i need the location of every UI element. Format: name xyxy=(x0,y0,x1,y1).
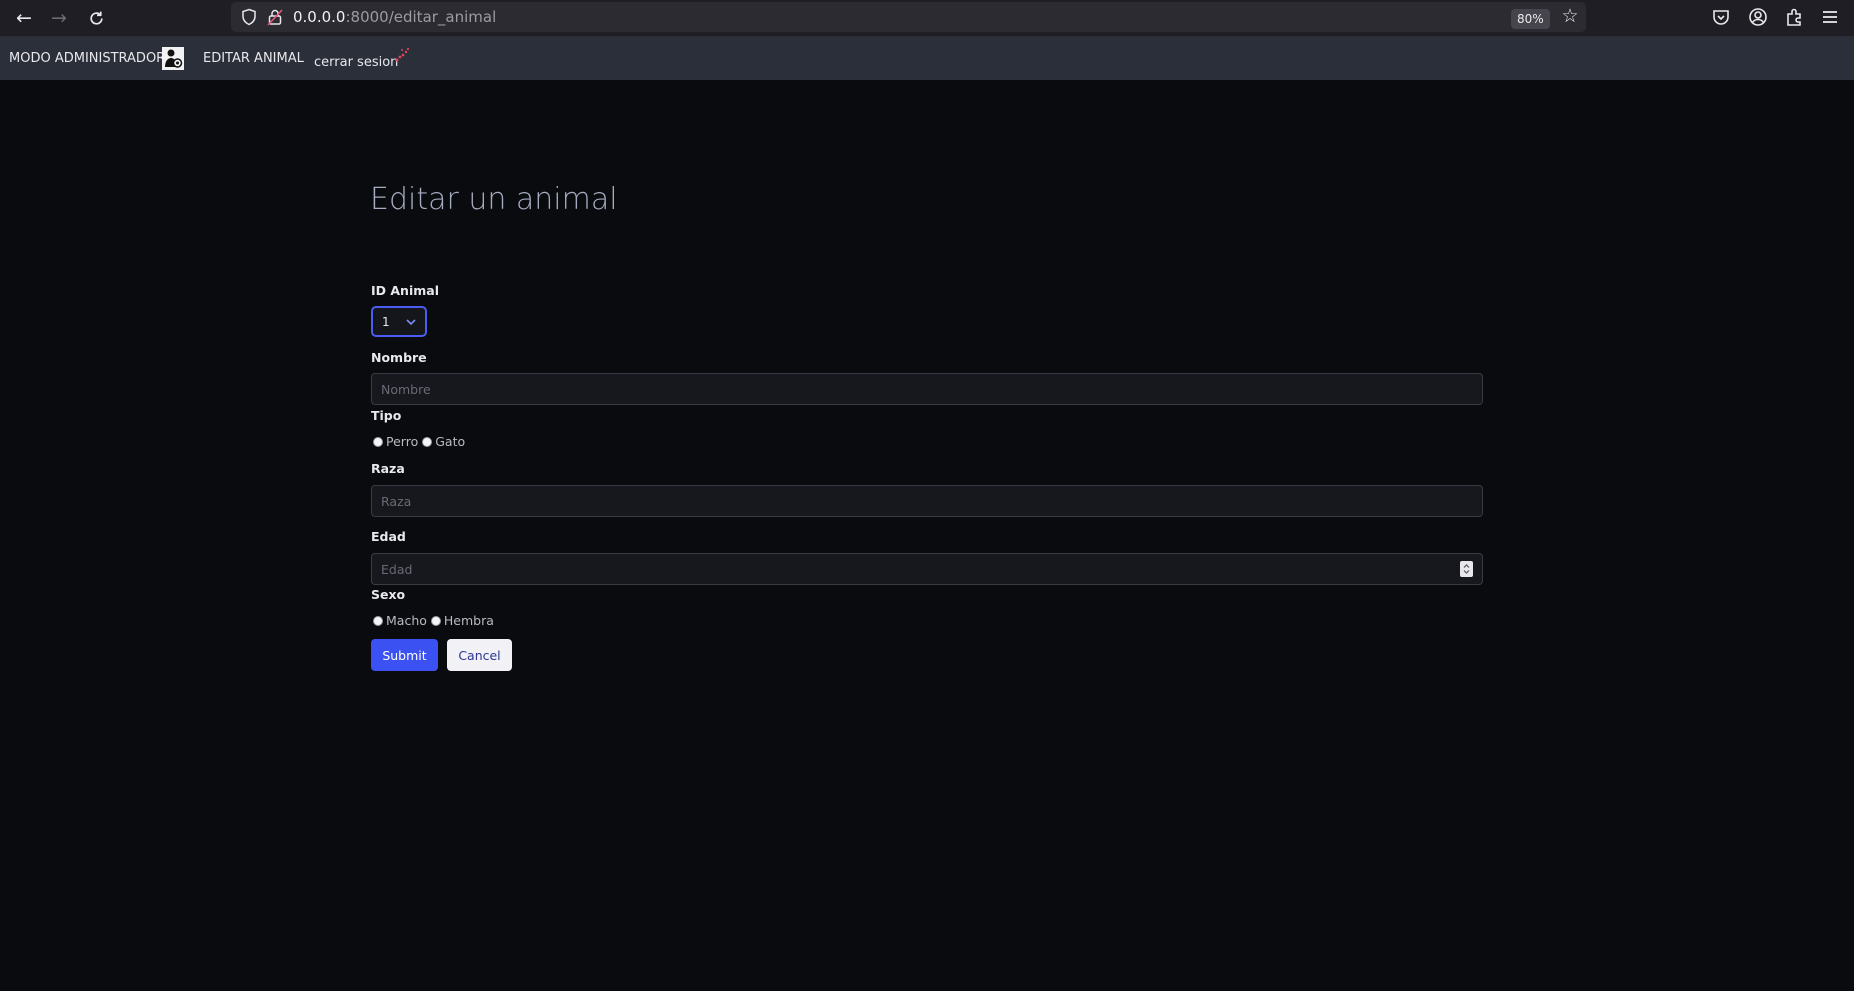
extensions-icon[interactable] xyxy=(1784,7,1804,27)
chevron-down-icon xyxy=(406,319,416,326)
sexo-hembra-label[interactable]: Hembra xyxy=(444,613,494,628)
sexo-label: Sexo xyxy=(371,587,406,602)
url-text[interactable]: 0.0.0.0:8000/editar_animal xyxy=(293,8,496,26)
navbar-brand[interactable]: MODO ADMINISTRADOR xyxy=(9,51,165,66)
id-animal-select[interactable]: 1 xyxy=(371,306,427,337)
sexo-hembra-radio[interactable] xyxy=(430,615,441,626)
cancel-button[interactable]: Cancel xyxy=(447,639,512,671)
url-bar[interactable]: 0.0.0.0:8000/editar_animal 80% xyxy=(231,2,1586,32)
page-title: Editar un animal xyxy=(370,182,618,217)
tipo-gato-radio[interactable] xyxy=(422,436,433,447)
zoom-badge[interactable]: 80% xyxy=(1511,9,1550,29)
tipo-gato-label[interactable]: Gato xyxy=(435,434,465,449)
reload-icon[interactable] xyxy=(84,6,108,30)
admin-icon xyxy=(162,47,184,70)
back-icon[interactable]: ← xyxy=(12,6,36,30)
tipo-label: Tipo xyxy=(371,408,402,423)
id-animal-label: ID Animal xyxy=(371,283,439,298)
tipo-perro-label[interactable]: Perro xyxy=(386,434,418,449)
logout-icon[interactable] xyxy=(393,47,411,65)
pocket-icon[interactable] xyxy=(1711,7,1731,27)
tipo-perro-radio[interactable] xyxy=(373,436,383,447)
forward-icon[interactable]: → xyxy=(47,6,71,30)
bookmark-star-icon[interactable]: ☆ xyxy=(1559,5,1581,27)
raza-label: Raza xyxy=(371,461,405,476)
menu-icon[interactable] xyxy=(1820,7,1840,27)
sexo-macho-radio[interactable] xyxy=(373,615,383,626)
shield-icon[interactable] xyxy=(241,8,257,26)
insecure-lock-icon[interactable] xyxy=(267,8,283,26)
nombre-label: Nombre xyxy=(371,350,427,365)
sexo-radio-group: Macho Hembra xyxy=(373,613,498,628)
edad-spinner-icon[interactable] xyxy=(1460,561,1473,577)
browser-toolbar: ← → 0.0.0.0:8000/editar_animal 80% ☆ xyxy=(0,0,1854,37)
nombre-input[interactable] xyxy=(371,373,1483,405)
sexo-macho-label[interactable]: Macho xyxy=(386,613,427,628)
edad-label: Edad xyxy=(371,529,406,544)
submit-button[interactable]: Submit xyxy=(371,639,438,671)
nav-link-editar-animal[interactable]: EDITAR ANIMAL xyxy=(203,51,304,66)
tipo-radio-group: Perro Gato xyxy=(373,434,469,449)
app-navbar: MODO ADMINISTRADOR EDITAR ANIMAL cerrar … xyxy=(0,37,1854,80)
logout-link[interactable]: cerrar sesion xyxy=(314,55,398,70)
account-icon[interactable] xyxy=(1748,7,1768,27)
edad-input[interactable] xyxy=(371,553,1483,585)
raza-input[interactable] xyxy=(371,485,1483,517)
id-animal-selected-value: 1 xyxy=(382,315,390,329)
